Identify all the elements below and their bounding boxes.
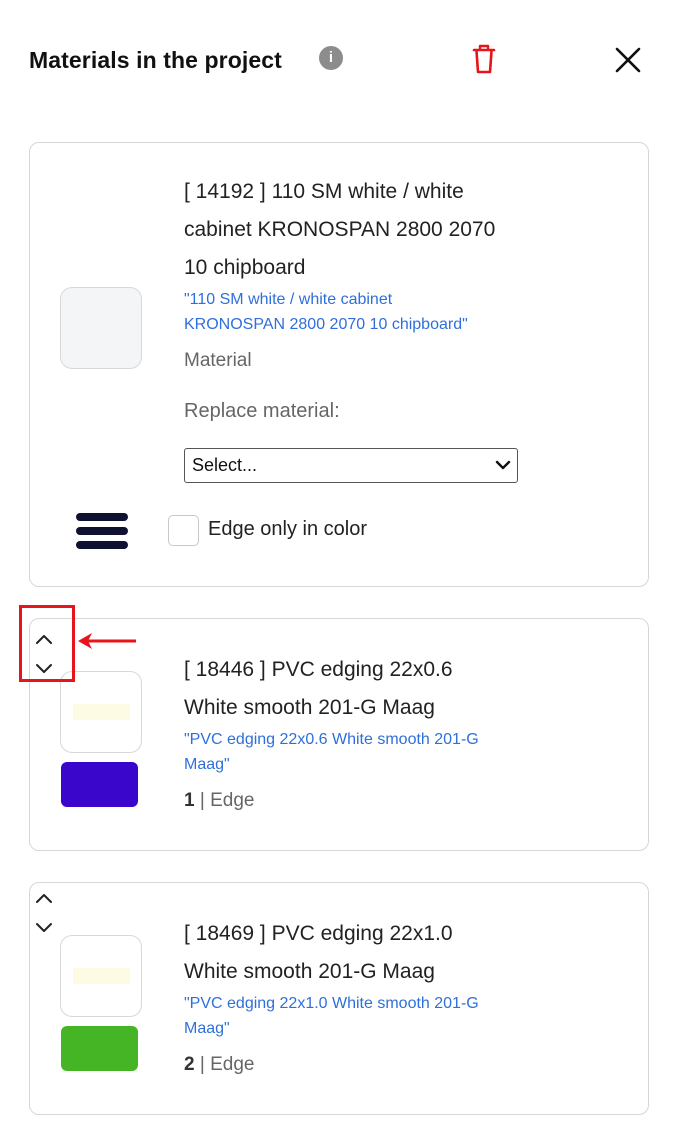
move-arrows-icon[interactable] (33, 888, 55, 938)
material-subtitle: "PVC edging 22x1.0 White smooth 201-G Ma… (184, 991, 524, 1041)
panel-title: Materials in the project (29, 47, 282, 73)
replace-material-label: Replace material: (184, 400, 340, 422)
chevron-down-icon (495, 460, 511, 470)
title-line: 10 chipboard (184, 256, 306, 279)
edge-only-color-label: Edge only in color (208, 518, 367, 540)
drag-handle-icon[interactable] (76, 513, 128, 553)
edge-type: Edge (210, 1054, 255, 1075)
material-type: 1 | Edge (184, 790, 254, 812)
material-swatch (60, 287, 142, 369)
chevron-down-icon (36, 923, 52, 932)
title-line: [ 14192 ] 110 SM white / white (184, 180, 464, 203)
subtitle-line: "110 SM white / white cabinet (184, 291, 393, 308)
subtitle-line: "PVC edging 22x1.0 White smooth 201-G (184, 995, 479, 1012)
material-type: Material (184, 350, 252, 371)
material-title: [ 18469 ] PVC edging 22x1.0 White smooth… (184, 915, 524, 991)
subtitle-line: Maag" (184, 756, 230, 773)
chevron-up-icon (36, 894, 52, 903)
material-subtitle: "110 SM white / white cabinet KRONOSPAN … (184, 287, 524, 337)
edge-index: 2 (184, 1054, 195, 1075)
red-arrow-icon (78, 633, 136, 649)
subtitle-line: "PVC edging 22x0.6 White smooth 201-G (184, 731, 479, 748)
title-line: White smooth 201-G Maag (184, 696, 435, 719)
separator: | (194, 1054, 211, 1075)
info-icon[interactable]: i (319, 46, 343, 70)
title-line: White smooth 201-G Maag (184, 960, 435, 983)
material-subtitle: "PVC edging 22x0.6 White smooth 201-G Ma… (184, 727, 524, 777)
edge-only-color-checkbox[interactable] (168, 515, 199, 546)
replace-material-select[interactable]: Select... (184, 448, 518, 483)
edge-color-chip (61, 1026, 138, 1071)
subtitle-line: KRONOSPAN 2800 2070 10 chipboard" (184, 316, 468, 333)
material-card: [ 18446 ] PVC edging 22x0.6 White smooth… (29, 618, 649, 851)
edge-color-chip (61, 762, 138, 807)
title-line: cabinet KRONOSPAN 2800 2070 (184, 218, 496, 241)
select-value: Select... (192, 455, 258, 475)
separator: | (194, 790, 211, 811)
swatch-strip (73, 968, 130, 984)
material-type: 2 | Edge (184, 1054, 254, 1076)
subtitle-line: Maag" (184, 1020, 230, 1037)
edge-swatch (60, 935, 142, 1017)
swatch-strip (73, 704, 130, 720)
title-line: [ 18446 ] PVC edging 22x0.6 (184, 658, 453, 681)
material-card: [ 18469 ] PVC edging 22x1.0 White smooth… (29, 882, 649, 1115)
edge-swatch (60, 671, 142, 753)
edge-type: Edge (210, 790, 255, 811)
title-line: [ 18469 ] PVC edging 22x1.0 (184, 922, 453, 945)
edge-index: 1 (184, 790, 195, 811)
material-card: [ 14192 ] 110 SM white / white cabinet K… (29, 142, 649, 587)
highlight-box (19, 605, 75, 682)
material-title: [ 14192 ] 110 SM white / white cabinet K… (184, 173, 524, 287)
close-icon[interactable] (613, 45, 643, 75)
material-title: [ 18446 ] PVC edging 22x0.6 White smooth… (184, 651, 524, 727)
trash-icon[interactable] (470, 42, 498, 76)
